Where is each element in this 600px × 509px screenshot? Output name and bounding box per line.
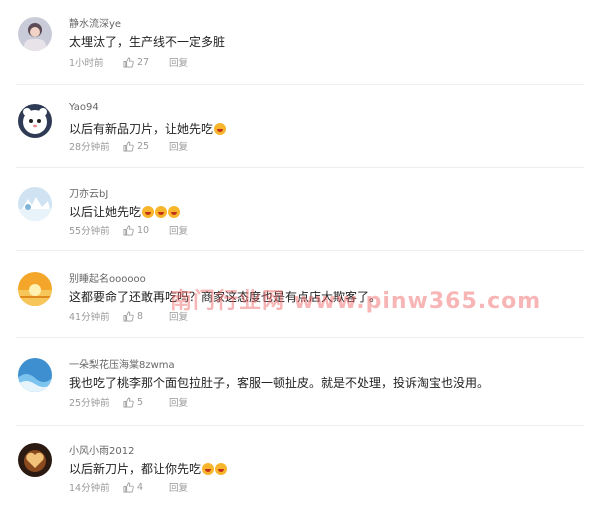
comment-meta: 1小时前 27 回复 [69, 55, 188, 70]
avatar[interactable] [18, 358, 52, 392]
reply-button[interactable]: 回复 [169, 223, 188, 237]
like-count: 5 [137, 396, 144, 408]
thumbs-up-icon [123, 57, 134, 67]
laughing-emoji-icon [202, 463, 215, 475]
comment-text: 以后有新品刀片，让她先吃 [69, 120, 227, 137]
laughing-emoji-icon [168, 206, 181, 218]
avatar[interactable] [18, 17, 52, 51]
like-button[interactable]: 5 [123, 397, 169, 408]
like-button[interactable]: 25 [123, 141, 169, 152]
like-button[interactable]: 8 [123, 311, 169, 322]
comment-meta: 28分钟前 25 回复 [69, 139, 188, 154]
comment-text: 我也吃了桃李那个面包拉肚子，客服一顿扯皮。就是不处理，投诉淘宝也没用。 [69, 376, 490, 390]
avatar[interactable] [18, 187, 52, 221]
like-count: 27 [137, 56, 150, 68]
username[interactable]: 一朵梨花压海棠8zwma [69, 356, 175, 371]
comment-item: 小风小雨2012 以后新刀片，都让你先吃 14分钟前 4 回复 [0, 425, 600, 509]
timestamp: 28分钟前 [69, 142, 110, 153]
thumbs-up-icon [123, 225, 134, 235]
like-count: 25 [137, 140, 150, 152]
username[interactable]: 刀亦云bJ [69, 185, 108, 200]
comment-text: 太埋汰了，生产线不一定多脏 [69, 35, 226, 49]
timestamp: 55分钟前 [69, 226, 110, 237]
comment-meta: 14分钟前 4 回复 [69, 480, 188, 495]
reply-button[interactable]: 回复 [169, 480, 188, 494]
thumbs-up-icon [123, 482, 134, 492]
thumbs-up-icon [123, 141, 134, 151]
timestamp: 41分钟前 [69, 312, 110, 323]
comment-item: Yao94 以后有新品刀片，让她先吃 28分钟前 25 回复 [0, 84, 600, 168]
watermark: 南门行业网 www.pinw365.com [170, 289, 542, 314]
reply-button[interactable]: 回复 [169, 55, 188, 69]
avatar[interactable] [18, 272, 52, 306]
comment-meta: 25分钟前 5 回复 [69, 395, 188, 410]
timestamp: 14分钟前 [69, 483, 110, 494]
reply-button[interactable]: 回复 [169, 395, 188, 409]
like-count: 8 [137, 310, 144, 322]
like-button[interactable]: 4 [123, 482, 169, 493]
comment-item: 一朵梨花压海棠8zwma 我也吃了桃李那个面包拉肚子，客服一顿扯皮。就是不处理，… [0, 337, 600, 421]
thumbs-up-icon [123, 311, 134, 321]
avatar[interactable] [18, 104, 52, 138]
timestamp: 1小时前 [69, 58, 104, 69]
username[interactable]: 小风小雨2012 [69, 442, 134, 457]
like-button[interactable]: 10 [123, 225, 169, 236]
timestamp: 25分钟前 [69, 398, 110, 409]
comment-item: 刀亦云bJ 以后让她先吃 55分钟前 10 回复 [0, 167, 600, 251]
username[interactable]: 别睡起名oooooo [69, 270, 146, 285]
like-count: 4 [137, 481, 144, 493]
comment-item: 静水流深ye 太埋汰了，生产线不一定多脏 1小时前 27 回复 [0, 0, 600, 84]
avatar[interactable] [18, 443, 52, 477]
thumbs-up-icon [123, 397, 134, 407]
reply-button[interactable]: 回复 [169, 139, 188, 153]
laughing-emoji-icon [215, 463, 228, 475]
comment-text: 以后让她先吃 [69, 203, 181, 220]
like-count: 10 [137, 224, 150, 236]
laughing-emoji-icon [142, 206, 155, 218]
laughing-emoji-icon [214, 123, 227, 135]
username[interactable]: 静水流深ye [69, 15, 121, 30]
laughing-emoji-icon [155, 206, 168, 218]
username[interactable]: Yao94 [69, 102, 99, 113]
like-button[interactable]: 27 [123, 57, 169, 68]
comment-meta: 55分钟前 10 回复 [69, 223, 188, 238]
comment-text: 以后新刀片，都让你先吃 [69, 460, 228, 477]
